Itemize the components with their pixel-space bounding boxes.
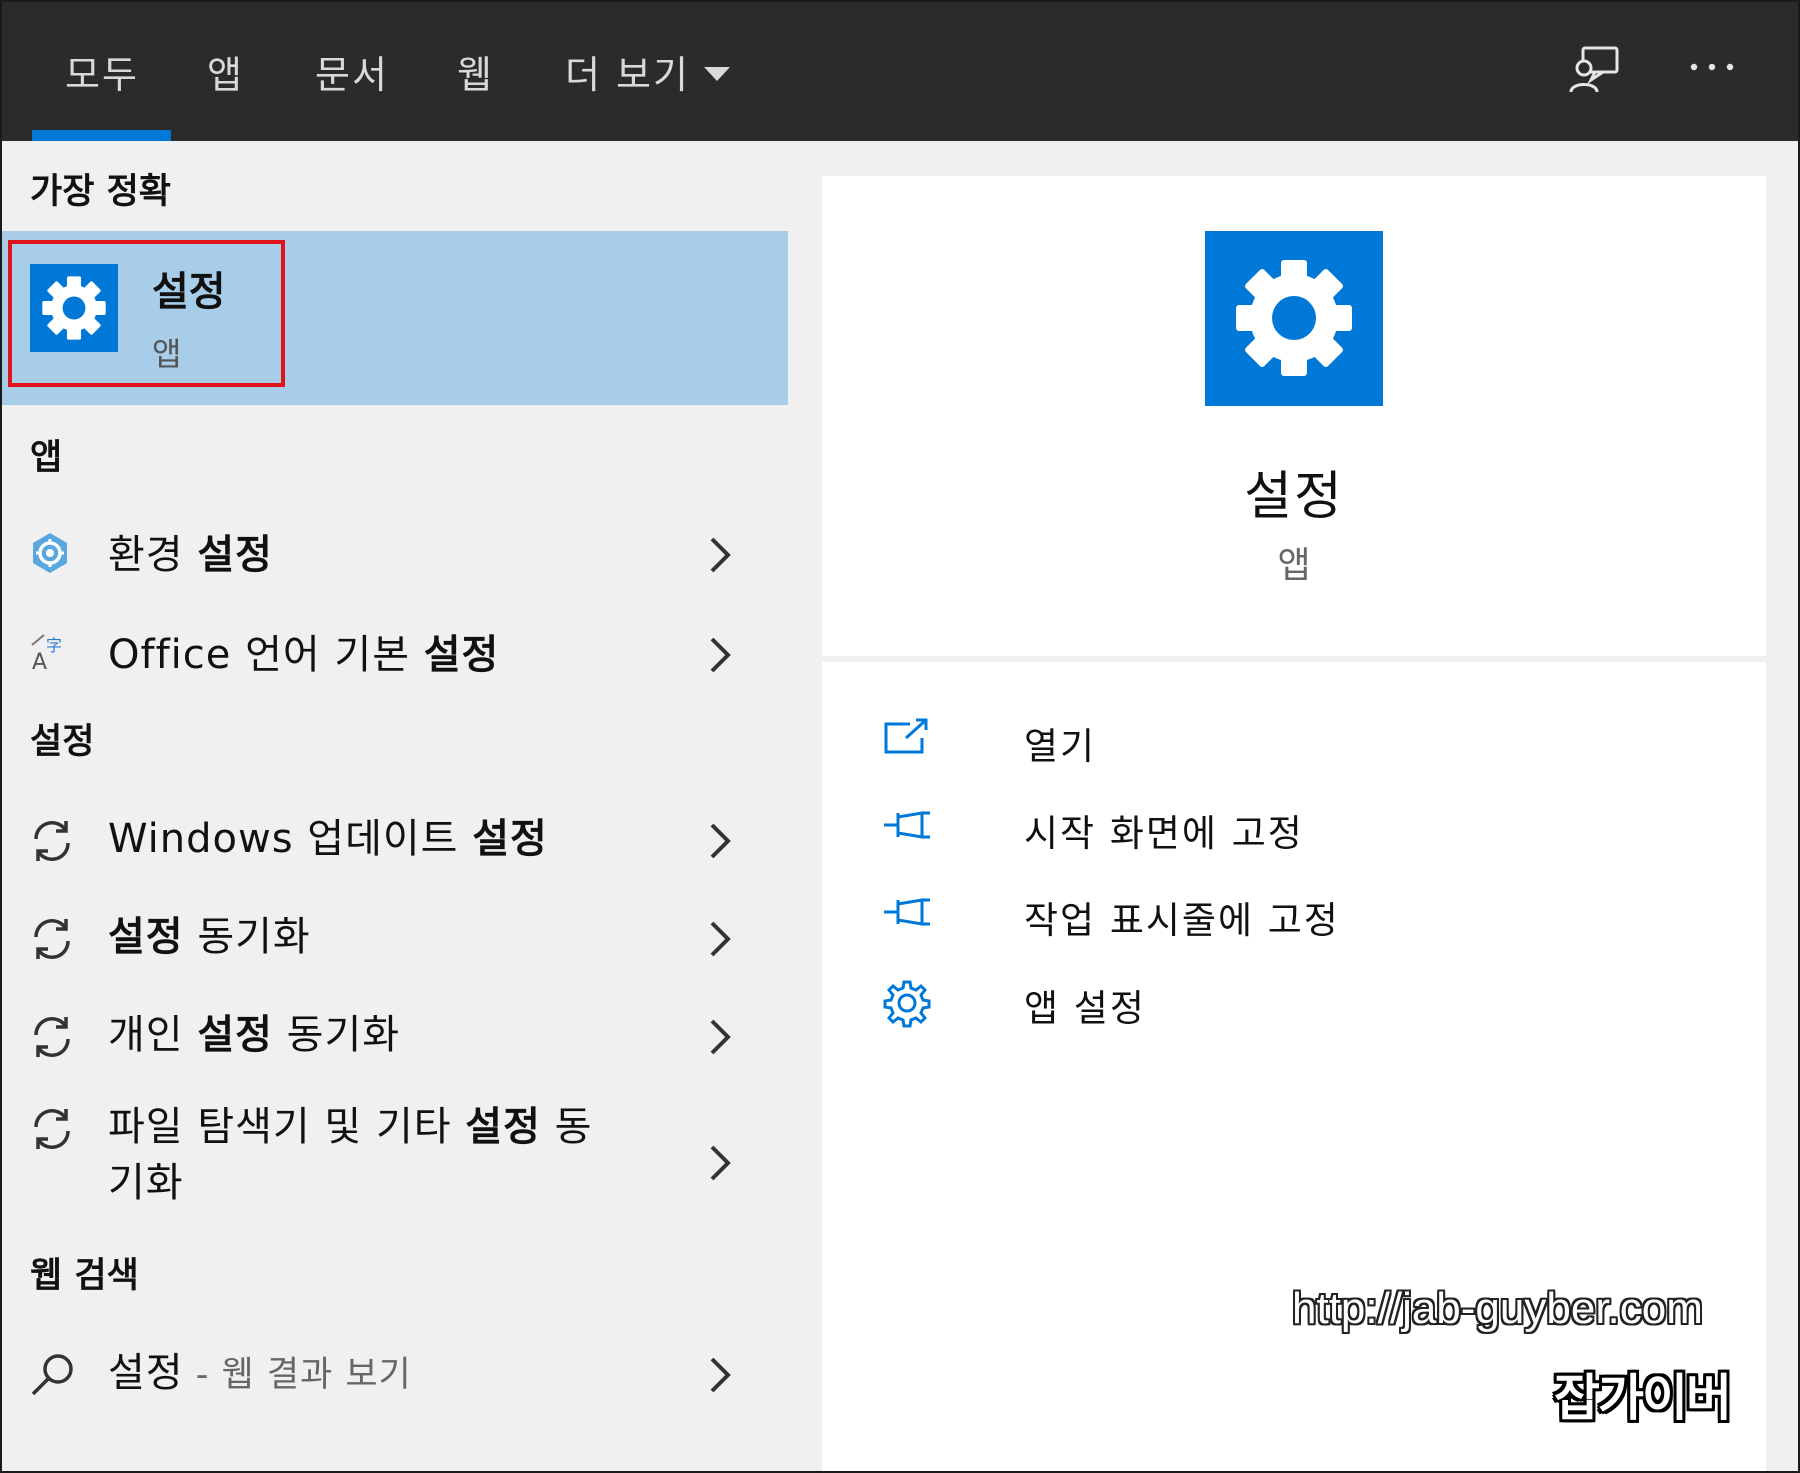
tab-apps-label: 앱 xyxy=(207,53,244,97)
tab-documents-label: 문서 xyxy=(315,53,389,97)
app-settings-label: 앱 설정 xyxy=(1024,987,1146,1030)
list-item-label: 개인 설정 동기화 xyxy=(108,1012,401,1058)
search-icon xyxy=(28,1349,78,1403)
sync-icon xyxy=(28,915,76,967)
sync-icon xyxy=(28,1105,76,1157)
chevron-right-icon xyxy=(708,535,732,579)
list-item-label: 설정 동기화 xyxy=(108,914,311,960)
web-search-label: 설정 - 웹 결과 보기 xyxy=(108,1350,412,1396)
pin-icon xyxy=(882,890,932,938)
gear-icon xyxy=(28,531,72,579)
open-label: 열기 xyxy=(1024,725,1097,768)
sync-icon xyxy=(28,817,76,869)
tab-web[interactable]: 웹 xyxy=(457,44,494,97)
pin-to-start-label: 시작 화면에 고정 xyxy=(1024,812,1304,855)
settings-heading: 설정 xyxy=(30,722,95,762)
list-item-label: 환경 설정 xyxy=(108,532,273,578)
best-match-title: 설정 xyxy=(152,269,226,315)
tab-web-label: 웹 xyxy=(457,53,494,97)
language-preferences-icon: A 字 xyxy=(28,631,72,679)
best-match-subtitle: 앱 xyxy=(152,335,182,373)
settings-app-icon-large xyxy=(1205,231,1383,406)
search-tab-bar: 모두 앱 문서 웹 더 보기 xyxy=(2,2,1798,141)
apps-heading: 앱 xyxy=(30,438,63,478)
tab-more-label: 더 보기 xyxy=(565,53,690,97)
chevron-right-icon xyxy=(708,1143,732,1187)
chevron-right-icon xyxy=(708,635,732,679)
gear-icon xyxy=(882,978,932,1032)
tab-documents[interactable]: 문서 xyxy=(315,44,389,97)
preview-actions: 열기 시작 화면에 고정 작업 표시줄에 고정 앱 설정 xyxy=(822,662,1766,1471)
pin-to-taskbar-label: 작업 표시줄에 고정 xyxy=(1024,899,1340,942)
feedback-icon[interactable] xyxy=(1567,42,1623,102)
svg-text:字: 字 xyxy=(46,636,62,655)
chevron-right-icon xyxy=(708,1017,732,1061)
preview-title: 설정 xyxy=(1244,467,1344,527)
preview-subtitle: 앱 xyxy=(1277,545,1311,586)
search-window: 모두 앱 문서 웹 더 보기 가장 정확 설정 앱 앱 환경 설정 A 字 Of… xyxy=(0,0,1800,1473)
chevron-down-icon xyxy=(703,66,730,81)
web-search-heading: 웹 검색 xyxy=(30,1256,139,1296)
list-item-setting[interactable]: 개인 설정 동기화 xyxy=(2,993,788,1085)
more-options-icon[interactable] xyxy=(1688,52,1736,86)
chevron-right-icon xyxy=(708,821,732,865)
settings-app-icon xyxy=(30,264,118,352)
list-item-setting[interactable]: 파일 탐색기 및 기타 설정 동 기화 xyxy=(2,1091,788,1241)
sync-icon xyxy=(28,1013,76,1065)
list-item-label: Windows 업데이트 설정 xyxy=(108,816,548,862)
watermark-name: 잡가이버 xyxy=(1554,1369,1732,1427)
svg-text:A: A xyxy=(32,650,47,675)
tab-all-label: 모두 xyxy=(65,53,139,97)
list-item-label: 파일 탐색기 및 기타 설정 동 기화 xyxy=(108,1104,593,1206)
tab-more-dropdown[interactable]: 더 보기 xyxy=(565,44,730,97)
chevron-right-icon xyxy=(708,1355,732,1399)
open-icon xyxy=(882,716,932,764)
list-item-app[interactable]: A 字 Office 언어 기본 설정 xyxy=(2,613,788,703)
list-item-setting[interactable]: Windows 업데이트 설정 xyxy=(2,797,788,889)
tab-apps[interactable]: 앱 xyxy=(207,44,244,97)
watermark-url: http://jab-guyber.com xyxy=(1292,1284,1703,1333)
pin-icon xyxy=(882,803,932,851)
web-search-result[interactable]: 설정 - 웹 결과 보기 xyxy=(2,1331,788,1423)
list-item-setting[interactable]: 설정 동기화 xyxy=(2,895,788,987)
list-item-label: Office 언어 기본 설정 xyxy=(108,632,500,678)
list-item-app[interactable]: 환경 설정 xyxy=(2,513,788,603)
tab-all[interactable]: 모두 xyxy=(65,44,139,97)
preview-card: 설정 앱 xyxy=(822,176,1766,656)
best-match-heading: 가장 정확 xyxy=(30,172,171,212)
active-tab-indicator xyxy=(32,130,171,141)
chevron-right-icon xyxy=(708,919,732,963)
results-list: 가장 정확 설정 앱 앱 환경 설정 A 字 Office 언어 기본 설정 설… xyxy=(2,141,788,1471)
